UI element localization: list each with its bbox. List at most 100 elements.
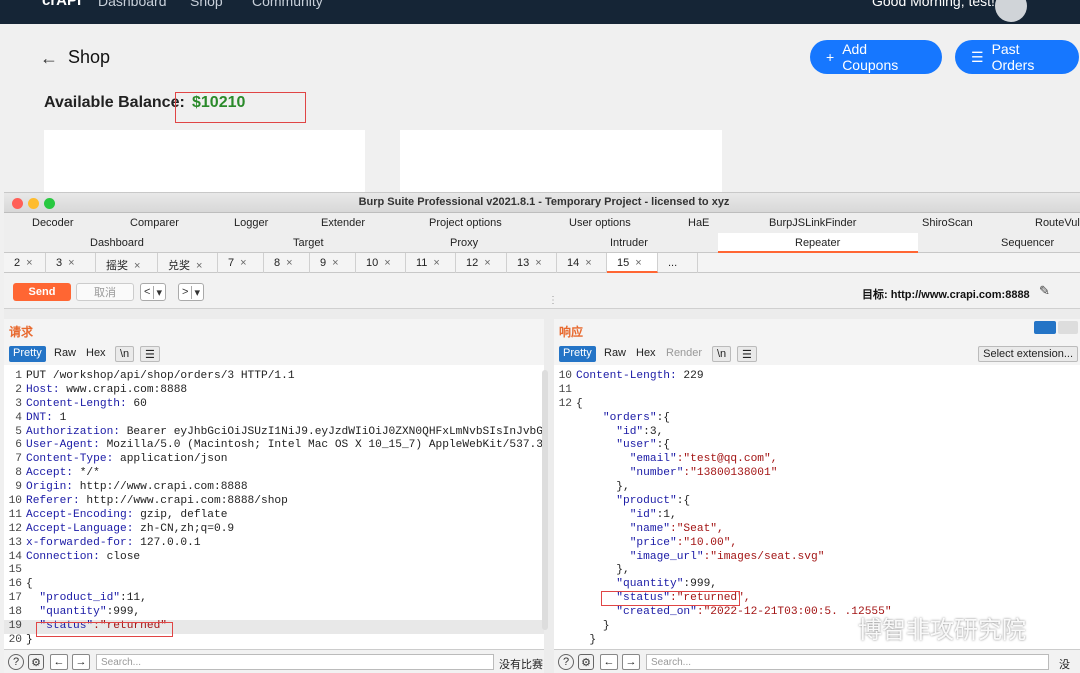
tab-sequencer[interactable]: Sequencer (1001, 237, 1054, 249)
close-icon[interactable]: × (585, 257, 591, 269)
tab-extender[interactable]: Extender (321, 217, 365, 229)
request-tab[interactable]: 8 × (264, 253, 310, 273)
line-number: 5 (15, 425, 22, 438)
pretty-button[interactable]: Pretty (9, 346, 46, 362)
split-view-icon[interactable] (1034, 321, 1056, 334)
tab-comparer[interactable]: Comparer (130, 217, 179, 229)
hex-button[interactable]: Hex (632, 346, 660, 362)
close-icon[interactable]: × (635, 257, 641, 269)
tab-intruder[interactable]: Intruder (610, 237, 648, 249)
close-icon[interactable]: × (196, 260, 202, 272)
product-card[interactable] (400, 130, 722, 194)
request-scrollbar[interactable] (542, 370, 548, 630)
app-brand[interactable]: crAPI (42, 0, 81, 9)
close-icon[interactable]: × (535, 257, 541, 269)
history-back-button[interactable]: < ▾ (140, 283, 166, 301)
send-button[interactable]: Send (13, 283, 71, 301)
code-value: }, (576, 481, 630, 494)
menu-icon[interactable]: ☰ (140, 346, 160, 362)
request-tab[interactable]: 2 × (4, 253, 46, 273)
newline-toggle[interactable]: \n (115, 346, 135, 362)
gear-icon[interactable]: ⚙ (28, 654, 44, 670)
close-icon[interactable]: × (484, 257, 490, 269)
close-icon[interactable]: × (433, 257, 439, 269)
pane-divider-handle[interactable]: ⋮ (548, 295, 558, 306)
request-editor[interactable]: 1 PUT /workshop/api/shop/orders/3 HTTP/1.… (4, 370, 544, 649)
edit-pencil-icon[interactable]: ✎ (1039, 283, 1050, 299)
past-orders-button[interactable]: ☰ Past Orders (955, 40, 1079, 74)
gear-icon[interactable]: ⚙ (578, 654, 594, 670)
chevron-down-icon[interactable]: ▾ (153, 285, 162, 299)
code-line: 11 Accept-Encoding: gzip, deflate (4, 509, 544, 523)
tab-target[interactable]: Target (293, 237, 324, 249)
chevron-down-icon[interactable]: ▾ (191, 285, 200, 299)
raw-button[interactable]: Raw (600, 346, 630, 362)
menu-icon[interactable]: ☰ (737, 346, 757, 362)
pretty-button[interactable]: Pretty (559, 346, 596, 362)
request-tab[interactable]: 13 × (507, 253, 557, 273)
code-key: Content-Type: (26, 453, 114, 466)
request-tab[interactable]: 14 × (557, 253, 607, 273)
response-editor[interactable]: 10 Content-Length: 229 11 12{ "orders":{ "i… (554, 370, 1080, 649)
tab-proxy[interactable]: Proxy (450, 237, 478, 249)
request-tab[interactable]: 10 × (356, 253, 406, 273)
hex-button[interactable]: Hex (82, 346, 110, 362)
request-tab[interactable]: 9 × (310, 253, 356, 273)
line-number: 10 (8, 495, 22, 508)
search-prev-button[interactable]: ← (50, 654, 68, 670)
nav-shop[interactable]: Shop (190, 0, 223, 9)
close-icon[interactable]: × (26, 257, 32, 269)
select-extension-dropdown[interactable]: Select extension... (978, 346, 1078, 362)
tab-decoder[interactable]: Decoder (32, 217, 74, 229)
tab-routevuls[interactable]: RouteVulS (1035, 217, 1080, 229)
render-button[interactable]: Render (662, 346, 706, 362)
close-icon[interactable]: × (332, 257, 338, 269)
close-icon[interactable]: × (240, 257, 246, 269)
nav-community[interactable]: Community (252, 0, 323, 9)
response-search-input[interactable]: Search... (646, 654, 1049, 670)
request-search-input[interactable]: Search... (96, 654, 494, 670)
request-tab[interactable]: 摇奖 × (96, 253, 158, 273)
code-line: 6 User-Agent: Mozilla/5.0 (Macintosh; Int… (4, 439, 544, 453)
product-card[interactable] (44, 130, 365, 194)
tab-burpjslinkfinder[interactable]: BurpJSLinkFinder (769, 217, 856, 229)
cancel-button[interactable]: 取消 (76, 283, 134, 301)
tab-repeater[interactable]: Repeater (795, 237, 840, 249)
raw-button[interactable]: Raw (50, 346, 80, 362)
code-value: } (26, 633, 33, 646)
tab-shiroscan[interactable]: ShiroScan (922, 217, 973, 229)
request-tab[interactable]: 3 × (46, 253, 96, 273)
request-tab-label: 7 (228, 257, 235, 269)
close-icon[interactable]: × (384, 257, 390, 269)
tab-hae[interactable]: HaE (688, 217, 709, 229)
new-tab-button[interactable]: ... (658, 253, 698, 273)
code-value: 229 (676, 370, 704, 382)
tab-project-options[interactable]: Project options (429, 217, 502, 229)
newline-toggle[interactable]: \n (712, 346, 732, 362)
arrow-left-icon[interactable]: ← (40, 48, 58, 69)
code-key: Content-Length: (26, 397, 127, 410)
request-tab[interactable]: 兑奖 × (158, 253, 218, 273)
request-tab[interactable]: 11 × (406, 253, 456, 273)
help-icon[interactable]: ? (8, 654, 24, 670)
code-value: :1, (656, 508, 677, 521)
avatar[interactable] (995, 0, 1027, 22)
request-tab[interactable]: 12 × (456, 253, 507, 273)
nav-dashboard[interactable]: Dashboard (98, 0, 167, 9)
close-icon[interactable]: × (286, 257, 292, 269)
close-icon[interactable]: × (68, 257, 74, 269)
request-tab-active[interactable]: 15 × (607, 253, 658, 273)
history-forward-button[interactable]: > ▾ (178, 283, 204, 301)
search-next-button[interactable]: → (72, 654, 90, 670)
tab-user-options[interactable]: User options (569, 217, 631, 229)
add-coupons-button[interactable]: + Add Coupons (810, 40, 942, 74)
search-next-button[interactable]: → (622, 654, 640, 670)
request-tab[interactable]: 7 × (218, 253, 264, 273)
tab-logger[interactable]: Logger (234, 217, 268, 229)
line-number: 14 (8, 550, 22, 563)
stacked-view-icon[interactable] (1058, 321, 1078, 334)
search-prev-button[interactable]: ← (600, 654, 618, 670)
close-icon[interactable]: × (134, 260, 140, 272)
help-icon[interactable]: ? (558, 654, 574, 670)
tab-dashboard[interactable]: Dashboard (90, 237, 144, 249)
